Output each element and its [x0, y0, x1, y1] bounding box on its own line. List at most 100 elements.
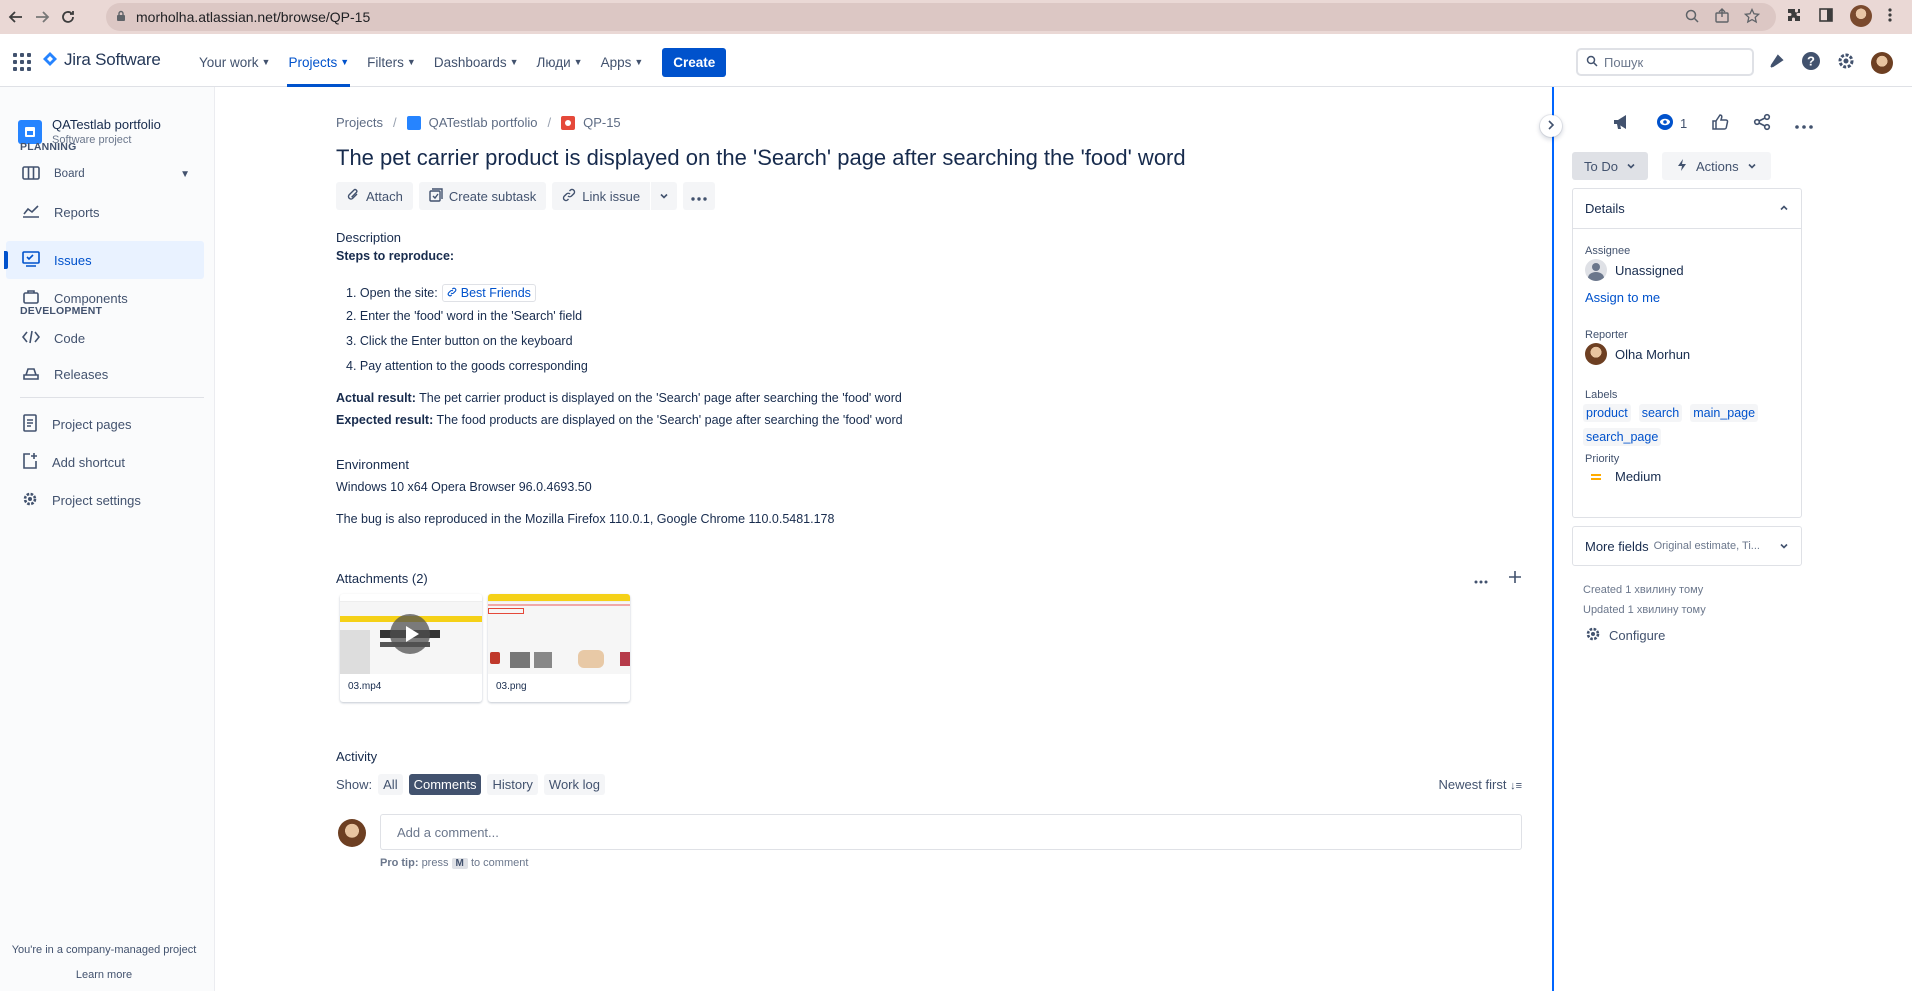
sidebar-item-reports[interactable]: Reports [6, 193, 204, 231]
help-icon[interactable]: ? [1801, 51, 1821, 74]
profile-avatar[interactable] [1871, 51, 1893, 74]
play-icon[interactable] [390, 614, 430, 654]
details-title: Details [1585, 201, 1625, 216]
label-chip[interactable]: product [1583, 404, 1631, 422]
best-friends-link-label: Best Friends [460, 286, 531, 300]
attachment-thumbnail [488, 594, 630, 674]
menu-your-work[interactable]: Your work ▼ [190, 37, 279, 87]
actions-dropdown[interactable]: Actions [1662, 152, 1771, 180]
browser-menu-icon[interactable] [1888, 7, 1892, 26]
breadcrumb-separator: / [547, 115, 552, 130]
details-header[interactable]: Details [1573, 189, 1801, 229]
breadcrumb-issue-key[interactable]: QP-15 [583, 115, 621, 130]
feedback-megaphone-icon[interactable] [1612, 113, 1632, 134]
forward-icon[interactable] [31, 6, 53, 28]
sidebar-item-code[interactable]: Code [6, 319, 204, 357]
activity-tab-comments[interactable]: Comments [408, 774, 482, 795]
more-horizontal-icon [691, 189, 707, 204]
watch-count: 1 [1680, 116, 1688, 131]
more-fields-label: More fields [1585, 538, 1649, 554]
extensions-icon[interactable] [1786, 7, 1802, 26]
add-attachment-icon[interactable] [1508, 570, 1522, 587]
attachment-card-video[interactable]: 03.mp4 [340, 594, 482, 702]
status-dropdown[interactable]: To Do [1572, 152, 1648, 180]
menu-projects[interactable]: Projects ▼ [279, 37, 358, 87]
attachment-thumbnail [340, 594, 482, 674]
sidebar-item-add-shortcut[interactable]: Add shortcut [6, 443, 204, 481]
share-icon[interactable] [1753, 113, 1771, 134]
menu-dashboards[interactable]: Dashboards ▼ [425, 37, 528, 87]
jira-logo[interactable]: Jira Software [42, 50, 161, 70]
priority-label: Priority [1585, 453, 1620, 465]
collapse-sidebar-button[interactable] [1540, 115, 1562, 137]
settings-gear-icon[interactable] [1836, 51, 1856, 74]
share-icon[interactable] [1714, 8, 1730, 27]
lock-icon [116, 9, 126, 25]
search-input[interactable]: Пошук [1576, 48, 1754, 76]
breadcrumb-project[interactable]: QATestlab portfolio [429, 115, 538, 130]
label-chip[interactable]: search [1638, 404, 1683, 422]
label-chip[interactable]: main_page [1690, 404, 1759, 422]
comment-input[interactable]: Add a comment... [380, 814, 1522, 850]
sidebar-item-label: Issues [54, 252, 92, 268]
menu-filters[interactable]: Filters ▼ [358, 37, 425, 87]
reload-icon[interactable] [57, 6, 79, 28]
sidebar-item-project-pages[interactable]: Project pages [6, 405, 204, 443]
chevron-right-icon [1547, 119, 1555, 133]
menu-people[interactable]: Люди ▼ [528, 37, 592, 87]
attachment-card-image[interactable]: 03.png [488, 594, 630, 702]
actual-result-text: The pet carrier product is displayed on … [415, 391, 902, 405]
reports-icon [22, 203, 40, 222]
activity-tab-all[interactable]: All [378, 774, 403, 795]
chevron-down-icon[interactable]: ▼ [180, 169, 190, 180]
issue-title[interactable]: The pet carrier product is displayed on … [336, 145, 1186, 171]
add-shortcut-icon [22, 452, 38, 473]
activity-tab-work-log[interactable]: Work log [543, 774, 605, 795]
assignee-field[interactable]: Unassigned [1585, 259, 1684, 281]
created-timestamp: Created 1 хвилину тому [1583, 584, 1704, 596]
menu-apps[interactable]: Apps ▼ [592, 37, 653, 87]
zoom-icon[interactable] [1684, 8, 1700, 27]
app-switcher-icon[interactable] [13, 53, 31, 71]
create-subtask-button[interactable]: Create subtask [418, 182, 547, 210]
sidebar-item-project-settings[interactable]: Project settings [6, 481, 204, 519]
url-text: morholha.atlassian.net/browse/QP-15 [136, 9, 371, 25]
priority-field[interactable]: Medium [1585, 469, 1661, 484]
configure-button[interactable]: Configure [1585, 626, 1665, 645]
sort-order-button[interactable]: Newest first ↓≡ [1439, 777, 1522, 792]
activity-tab-history[interactable]: History [487, 774, 538, 795]
watch-button[interactable]: 1 [1656, 113, 1687, 134]
learn-more-link[interactable]: Learn more [0, 969, 208, 981]
attachments-more-icon[interactable] [1474, 571, 1488, 587]
back-icon[interactable] [5, 6, 27, 28]
create-button[interactable]: Create [662, 47, 727, 77]
browser-profile-avatar[interactable] [1850, 5, 1872, 27]
bookmark-star-icon[interactable] [1743, 7, 1761, 27]
more-horizontal-icon[interactable] [1795, 116, 1814, 132]
side-panel-icon[interactable] [1818, 7, 1834, 26]
more-actions-button[interactable] [683, 182, 716, 210]
sidebar-item-board[interactable]: Board ▼ [6, 155, 204, 193]
best-friends-link[interactable]: Best Friends [441, 284, 536, 302]
address-bar[interactable]: morholha.atlassian.net/browse/QP-15 [106, 3, 1776, 31]
environment-line-2: The bug is also reproduced in the Mozill… [336, 512, 835, 526]
thumbs-up-icon[interactable] [1711, 113, 1729, 134]
label-chip[interactable]: search_page [1583, 428, 1662, 446]
priority-value: Medium [1615, 469, 1662, 484]
reporter-value: Olha Morhun [1615, 346, 1691, 362]
link-issue-button[interactable]: Link issue [552, 182, 651, 210]
notifications-icon[interactable] [1768, 52, 1786, 73]
link-issue-dropdown[interactable] [651, 182, 678, 210]
more-fields-section[interactable]: More fields Original estimate, Ti... [1572, 526, 1802, 566]
panel-resize-handle[interactable] [1552, 87, 1554, 991]
attach-button[interactable]: Attach [336, 182, 413, 210]
sidebar-item-issues[interactable]: Issues [4, 241, 204, 279]
sidebar-item-releases[interactable]: Releases [6, 355, 204, 393]
sort-order-label: Newest first [1438, 777, 1507, 792]
assign-to-me-link[interactable]: Assign to me [1585, 290, 1660, 305]
step-4: 4. Pay attention to the goods correspond… [346, 359, 588, 373]
bug-icon[interactable] [561, 115, 576, 130]
activity-filter: Show: All Comments History Work log Newe… [336, 774, 1522, 795]
breadcrumb-projects[interactable]: Projects [336, 115, 383, 130]
reporter-field[interactable]: Olha Morhun [1585, 343, 1690, 365]
